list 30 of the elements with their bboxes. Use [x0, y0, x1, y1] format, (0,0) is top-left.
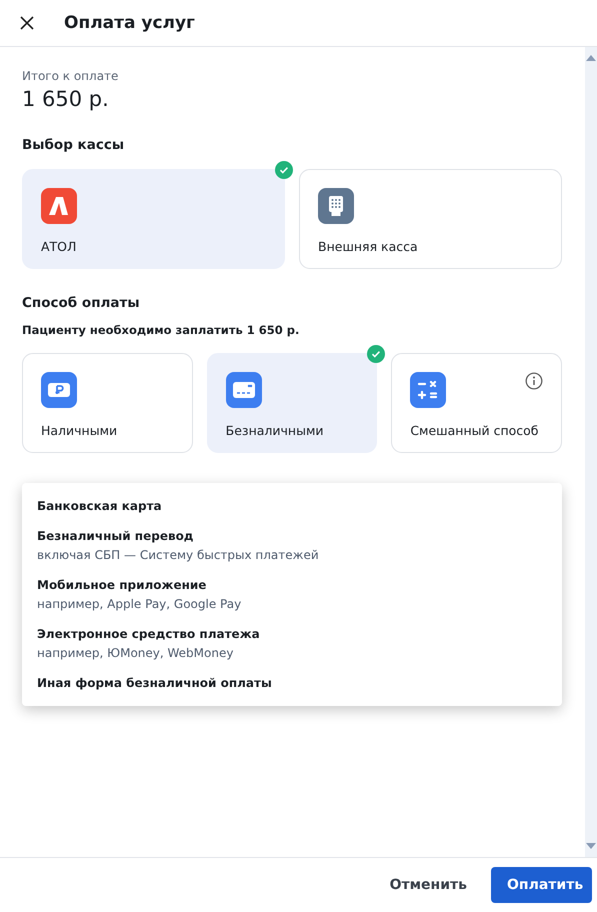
- calculator-signs-icon: [410, 372, 446, 408]
- letter-a-logo-icon: [41, 188, 77, 224]
- info-icon[interactable]: [525, 372, 543, 390]
- pay-button[interactable]: Оплатить: [491, 867, 592, 903]
- menu-item[interactable]: Электронное средство платежа например, ЮMoney, WebMoney: [22, 619, 562, 668]
- option-tile[interactable]: Безналичными: [206, 353, 378, 453]
- total-amount: 1 650 р.: [22, 87, 110, 111]
- section-title: Выбор кассы: [22, 137, 126, 153]
- close-icon[interactable]: [18, 14, 36, 32]
- total-label: Итого к оплате: [22, 69, 120, 83]
- check-icon: [367, 345, 386, 363]
- scroll-up-icon[interactable]: [586, 55, 596, 61]
- menu-item[interactable]: Мобильное приложение например, Apple Pay, Google Pay: [22, 570, 562, 619]
- option-tile[interactable]: Наличными: [22, 353, 193, 453]
- cancel-button[interactable]: Отменить: [374, 867, 483, 903]
- bank-card-icon: [226, 372, 262, 408]
- ruble-banknote-icon: [41, 372, 77, 408]
- check-icon: [275, 161, 293, 179]
- menu-item[interactable]: Иная форма безналичной оплаты: [22, 668, 562, 698]
- scrollbar[interactable]: [585, 47, 597, 857]
- option-tile[interactable]: АТОЛ: [22, 169, 285, 269]
- cash-register-icon: [318, 188, 354, 224]
- section-title: Способ оплаты: [22, 295, 141, 311]
- menu-item[interactable]: Безналичный перевод включая СБП — Систему быстрых платежей: [22, 521, 562, 570]
- option-tile[interactable]: Смешанный способ: [391, 353, 562, 453]
- menu-item[interactable]: Банковская карта: [22, 491, 562, 521]
- scroll-down-icon[interactable]: [586, 843, 596, 849]
- payment-note: Пациенту необходимо заплатить 1 650 р.: [22, 323, 300, 337]
- window-title: Оплата услуг: [64, 13, 195, 33]
- option-tile[interactable]: Внешняя касса: [299, 169, 562, 269]
